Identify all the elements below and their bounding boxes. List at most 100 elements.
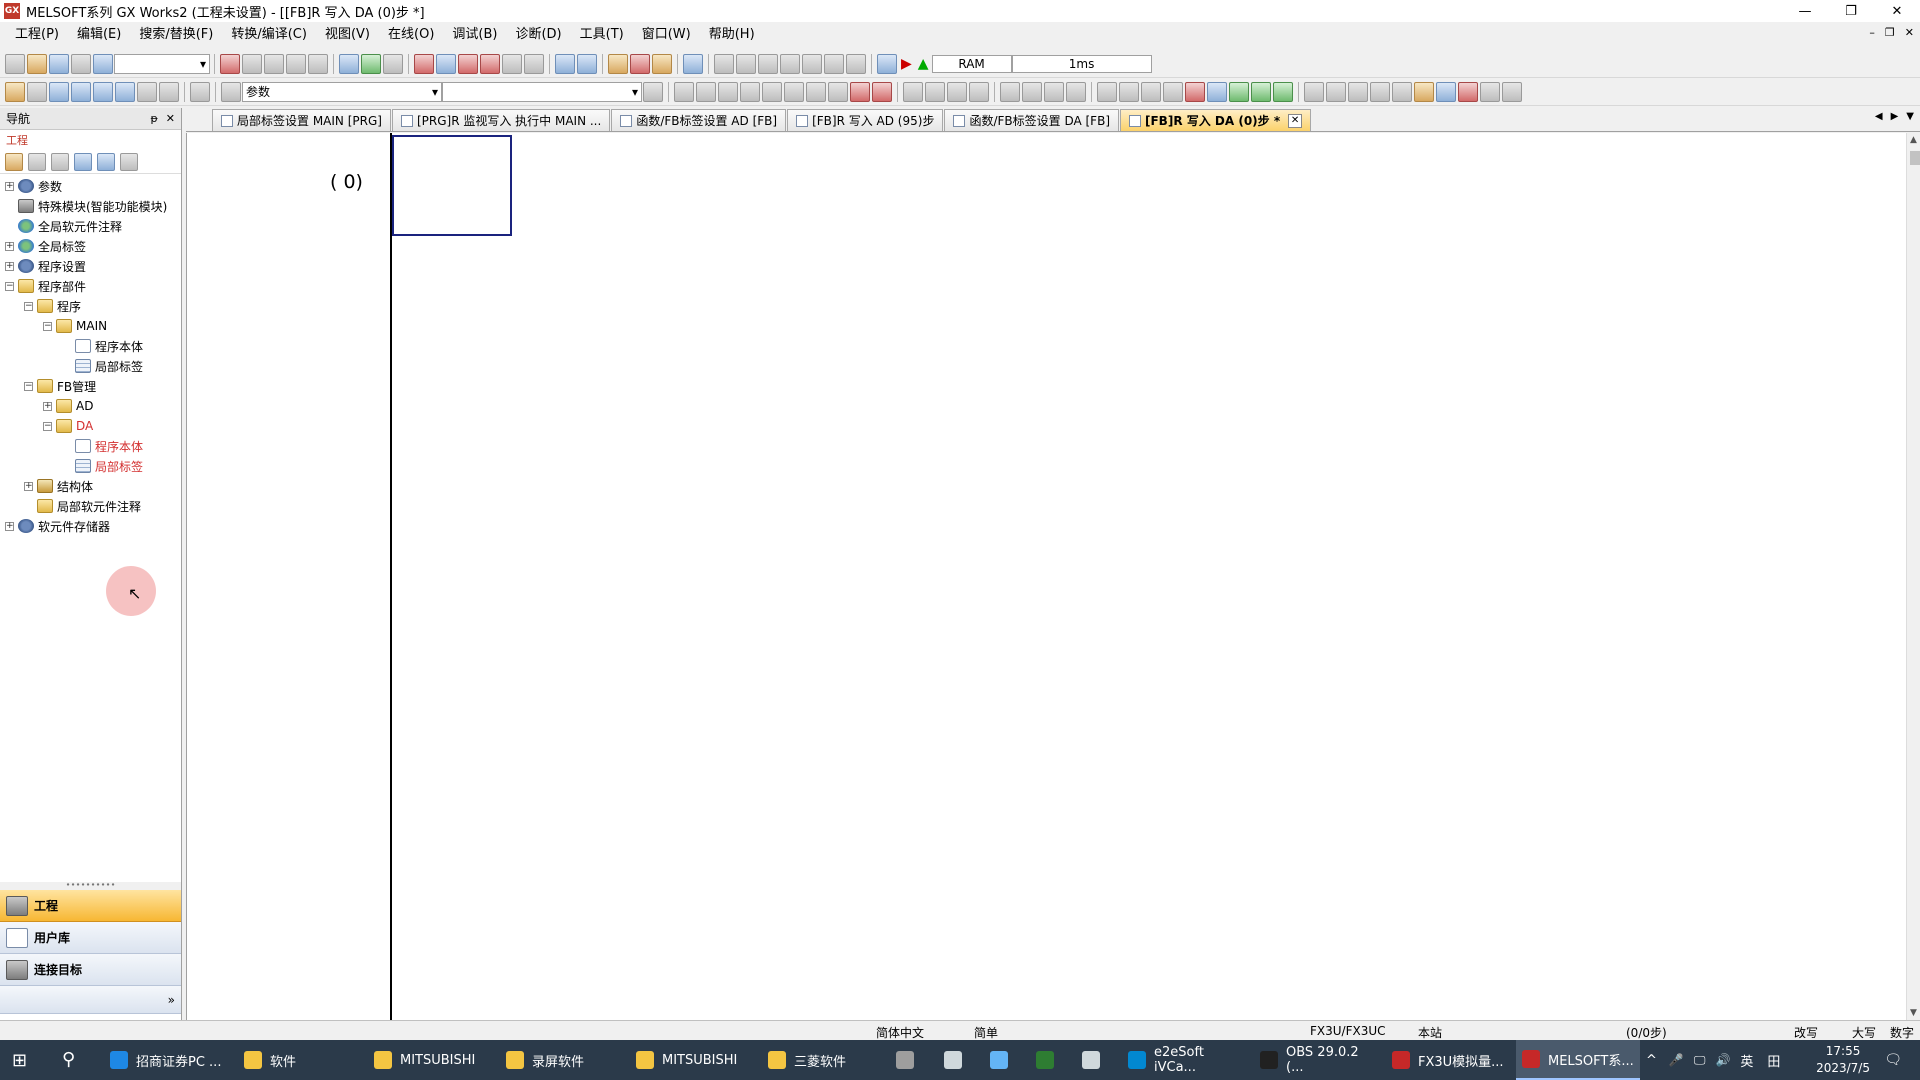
menu-online[interactable]: 在线(O) [379,24,443,46]
ladder-zoom-in-icon[interactable] [780,53,800,74]
compile-icon[interactable] [361,53,381,74]
tab-next-icon[interactable]: ▶ [1891,111,1899,122]
taskbar-app[interactable]: 软件 [238,1040,362,1080]
menu-tools[interactable]: 工具(T) [571,24,633,46]
undo-icon[interactable] [286,53,306,74]
comment-icon[interactable] [1304,81,1324,102]
element-selection-icon[interactable] [27,81,47,102]
invert-icon[interactable] [1141,81,1161,102]
navigation-toggle-icon[interactable] [5,81,25,102]
tree-item[interactable]: 特殊模块(智能功能模块) [0,196,181,216]
ladder-editor[interactable]: ( 0) ▲ ▼ [186,133,1920,1020]
copy-icon[interactable] [242,53,262,74]
ladder-tool-2-icon[interactable] [1022,81,1042,102]
notification-icon[interactable]: 🗨 [1884,1040,1902,1080]
taskbar-app[interactable] [1076,1040,1116,1080]
parallel-closed-contact-icon[interactable] [740,81,760,102]
rebuild-icon[interactable] [383,53,403,74]
clock[interactable]: 17:55 2023/7/5 [1816,1043,1870,1077]
tray-overflow-icon[interactable]: ^ [1646,1053,1657,1068]
tree-item[interactable]: − FB管理 [0,376,181,396]
convert-icon[interactable] [339,53,359,74]
scroll-up-icon[interactable]: ▲ [1910,135,1917,145]
vertical-line-icon[interactable] [828,81,848,102]
display-format-icon[interactable] [1370,81,1390,102]
tree-item[interactable]: + 软元件存储器 [0,516,181,536]
tab-close-icon[interactable]: ✕ [1288,113,1303,128]
ime-mode-icon[interactable]: 田 [1767,1051,1780,1070]
tree-item[interactable]: − DA [0,416,181,436]
zoom-fit-icon[interactable] [1480,81,1500,102]
network-icon[interactable]: 🖵 [1694,1053,1706,1068]
operation-result-down-icon[interactable] [1119,81,1139,102]
tree-expander-icon[interactable]: − [43,421,52,431]
parallel-rising-edge-icon[interactable] [947,81,967,102]
write-plc-icon[interactable] [414,53,434,74]
tree-expander-icon[interactable]: − [24,301,33,311]
ladder-column-icon[interactable] [758,53,778,74]
taskbar-app[interactable]: 三菱软件 [762,1040,882,1080]
binoculars-icon[interactable] [221,81,241,102]
application-instruction-icon[interactable] [784,81,804,102]
normally-closed-contact-icon[interactable] [718,81,738,102]
tree-expander-icon[interactable]: + [5,261,14,271]
tree-expander-icon[interactable]: + [43,401,52,411]
tree-item[interactable]: 局部软元件注释 [0,496,181,516]
menu-project[interactable]: 工程(P) [6,24,68,46]
mdi-restore-button[interactable]: ❐ [1885,26,1895,39]
taskbar-app[interactable] [1030,1040,1070,1080]
taskbar-app[interactable] [890,1040,930,1080]
parallel-falling-edge-icon[interactable] [969,81,989,102]
menu-debug[interactable]: 调试(B) [443,24,506,46]
menu-edit[interactable]: 编辑(E) [68,24,130,46]
redo-icon[interactable] [308,53,328,74]
help-icon[interactable] [93,53,113,74]
search-icon[interactable]: ⚲ [62,1049,75,1070]
tree-expander-icon[interactable]: + [5,241,14,251]
scroll-thumb[interactable] [1910,151,1920,165]
zoom-icon[interactable] [1436,81,1456,102]
mdi-minimize-button[interactable]: – [1869,26,1875,39]
close-button[interactable]: ✕ [1874,0,1920,22]
nav-close-icon[interactable]: ✕ [166,112,175,125]
refresh-icon[interactable] [97,152,115,171]
tab-document[interactable]: 局部标签设置 MAIN [PRG] [212,109,391,131]
output-window-icon[interactable] [49,81,69,102]
paste-icon[interactable] [264,53,284,74]
cross-reference-icon[interactable] [71,81,91,102]
menu-view[interactable]: 视图(V) [316,24,379,46]
menu-window[interactable]: 窗口(W) [633,24,700,46]
monitor-write-icon[interactable] [524,53,544,74]
new-file-icon[interactable] [5,53,25,74]
line-delete-icon[interactable] [1185,81,1205,102]
verify-plc-icon[interactable] [458,53,478,74]
tree-expander-icon[interactable]: + [5,521,14,531]
tree-item[interactable]: + 参数 [0,176,181,196]
ime-indicator[interactable]: 英 [1740,1051,1753,1070]
normally-open-contact-icon[interactable] [674,81,694,102]
find-target-combo[interactable]: ▾ [442,81,642,102]
ladder-tool-1-icon[interactable] [1000,81,1020,102]
tree-item[interactable]: 全局软元件注释 [0,216,181,236]
read-plc-icon[interactable] [436,53,456,74]
delete-item-icon[interactable] [28,152,46,171]
pin-icon[interactable]: ᵽ [150,112,157,125]
fb-insert-icon[interactable] [1207,81,1227,102]
line-draw-icon[interactable] [1163,81,1183,102]
delete-vertical-line-icon[interactable] [872,81,892,102]
falling-edge-icon[interactable] [925,81,945,102]
ladder-replace-icon[interactable] [846,53,866,74]
cut-icon[interactable] [220,53,240,74]
rising-edge-icon[interactable] [903,81,923,102]
tree-expander-icon[interactable]: − [5,281,14,291]
jump-icon[interactable] [190,81,210,102]
taskbar-app[interactable]: 录屏软件 [500,1040,624,1080]
tree-item[interactable]: − 程序 [0,296,181,316]
ladder-find-icon[interactable] [824,53,844,74]
tree-item[interactable]: + 全局标签 [0,236,181,256]
start-icon[interactable]: ⊞ [12,1050,27,1071]
ladder-convert-icon[interactable] [1229,81,1249,102]
nav-view-user-library[interactable]: 用户库 [0,922,181,954]
tab-document[interactable]: 函数/FB标签设置 AD [FB] [611,109,787,131]
taskbar-app[interactable]: FX3U模拟量... [1386,1040,1510,1080]
